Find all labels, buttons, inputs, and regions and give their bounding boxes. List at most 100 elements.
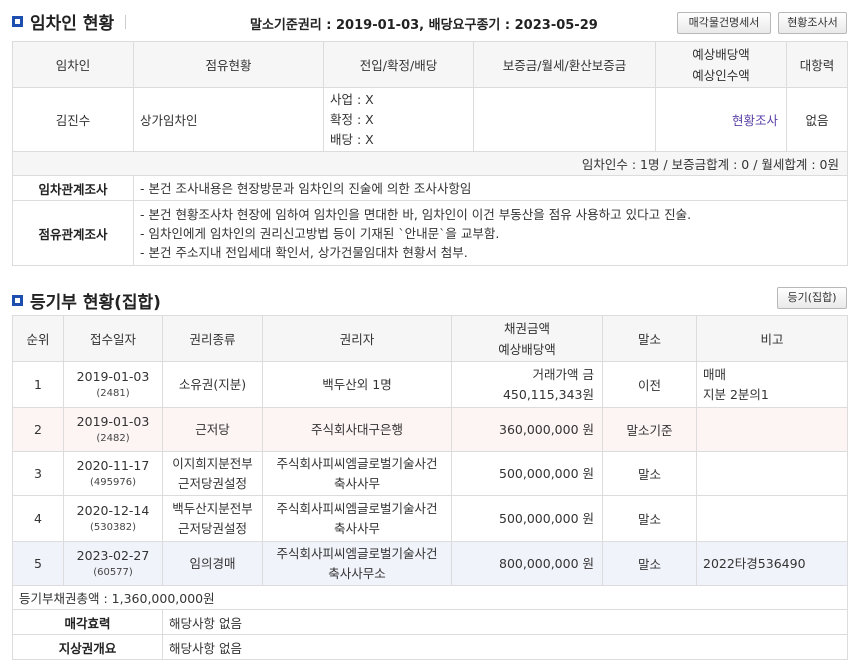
occupancy-note-2: - 임차인에게 임차인의 권리신고방법 등이 기재된 `안내문`을 교부함. [140,225,500,241]
registry-collective-button[interactable]: 등기(집합) [777,287,847,309]
move-in-dividend: 배당 : X [330,131,374,147]
sale-statement-button[interactable]: 매각물건명세서 [677,12,771,34]
registry-type-line: 소유권(지분) [178,376,247,392]
registry-amount: 500,000,000 원 [451,451,603,496]
header-opposing: 대항력 [786,41,848,88]
tenant-section-title: 임차인 현황 [12,9,127,34]
registry-date-cell: 2019-01-03 (2481) [63,361,163,408]
registry-amount: 800,000,000 원 [451,541,603,586]
surface-right-label: 지상권개요 [12,634,163,660]
registry-holder: 주식회사피씨엠글로벌기술사건축사사무 [262,451,452,496]
lease-check-label: 임차관계조사 [12,175,134,201]
registry-note [696,451,848,496]
header-expected-dividend: 예상배당액 [498,341,556,357]
registry-table: 순위 접수일자 권리종류 권리자 채권금액 예상배당액 말소 비고 1 2019-… [12,315,848,660]
title-divider [125,14,127,29]
registry-date-cell: 2020-12-14 (530382) [63,495,163,542]
registry-row: 4 2020-12-14 (530382) 백두산지분전부 근저당권설정 주식회사피씨엠글… [12,495,848,542]
registry-section-header: 등기부 현황(집합) 등기(집합) [0,279,855,313]
header-rank: 순위 [12,315,64,362]
registry-date: 2023-02-27 [76,547,150,563]
header-expected: 예상배당액 예상인수액 [655,41,787,88]
registry-row: 5 2023-02-27 (60577) 임의경매 주식회사피씨엠글로벌기술사건축사사무… [12,541,848,586]
registry-date: 2019-01-03 [76,368,150,384]
status-report-button[interactable]: 현황조사서 [778,12,847,34]
header-date: 접수일자 [63,315,163,362]
tenant-section-title-text: 임차인 현황 [30,14,115,34]
registry-holder-line: 축사사무 [333,475,380,491]
registry-receipt-no: (530382) [90,521,136,533]
tenant-row: 김진수 상가임차인 사업 : X 확정 : X 배당 : X 현황조사 없음 [12,87,848,152]
registry-date-cell: 2019-01-03 (2482) [63,407,163,452]
status-survey-link[interactable]: 현황조사 [732,113,778,128]
registry-type-line: 근저당권설정 [177,520,247,536]
registry-rank: 5 [12,541,64,586]
registry-type: 백두산지분전부 근저당권설정 [162,495,263,542]
occupancy-check-text: - 본건 현황조사차 현장에 임하여 임차인을 면대한 바, 임차인이 이건 부… [133,200,848,266]
registry-receipt-no: (2482) [96,432,130,444]
registry-receipt-no: (495976) [90,476,136,488]
registry-note: 매매 지분 2분의1 [696,361,848,408]
sale-effect-row: 매각효력 해당사항 없음 [12,609,848,635]
registry-holder-line: 축사사무소 [328,565,386,581]
header-note: 비고 [696,315,848,362]
section-bullet-icon [12,16,23,27]
header-tenant: 임차인 [12,41,134,88]
registry-date: 2019-01-03 [76,413,150,429]
registry-holder-line: 주식회사피씨엠글로벌기술사건 [276,545,438,561]
section-bullet-icon [12,295,23,306]
registry-rank: 2 [12,407,64,452]
occupancy-note-3: - 본건 주소지내 전입세대 확인서, 상가건물임대차 현황서 첨부. [140,244,468,260]
tenant-name: 김진수 [12,87,134,152]
header-claim-amount: 채권금액 [503,320,550,336]
registry-cancel: 말소 [602,541,697,586]
registry-note-line: 2022타경536490 [703,555,806,571]
registry-section-title-text: 등기부 현황(집합) [30,293,161,313]
registry-row: 2 2019-01-03 (2482) 근저당 주식회사대구은행 360,000,000 … [12,407,848,452]
registry-type: 임의경매 [162,541,263,586]
registry-holder-line: 축사사무 [333,520,380,536]
registry-date: 2020-12-14 [76,502,150,518]
registry-date-cell: 2023-02-27 (60577) [63,541,163,586]
header-holder: 권리자 [262,315,452,362]
lease-check-text: - 본건 조사내용은 현장방문과 임차인의 진술에 의한 조사사항임 [133,175,848,201]
tenant-opposing: 없음 [786,87,848,152]
registry-amount: 거래가액 금450,115,343원 [451,361,603,408]
registry-row: 3 2020-11-17 (495976) 이지희지분전부 근저당권설정 주식회사피씨엠글… [12,451,848,496]
registry-note-line: 지분 2분의1 [703,386,769,402]
registry-receipt-no: (2481) [96,387,130,399]
registry-total-row: 등기부채권총액 : 1,360,000,000원 [12,585,848,610]
header-move-in: 전입/확정/배당 [323,41,474,88]
registry-type: 이지희지분전부 근저당권설정 [162,451,263,496]
registry-amount: 500,000,000 원 [451,495,603,542]
registry-cancel: 말소 [602,451,697,496]
sale-effect-label: 매각효력 [12,609,163,635]
registry-note [696,407,848,452]
tenant-table-header: 임차인 점유현황 전입/확정/배당 보증금/월세/환산보증금 예상배당액 예상인… [12,41,848,88]
registry-holder-line: 주식회사피씨엠글로벌기술사건 [276,455,438,471]
registry-rank: 1 [12,361,64,408]
lease-check-row: 임차관계조사 - 본건 조사내용은 현장방문과 임차인의 진술에 의한 조사사항… [12,175,848,201]
registry-type-line: 임의경매 [189,555,236,571]
registry-note: 2022타경536490 [696,541,848,586]
registry-holder: 주식회사피씨엠글로벌기술사건 축사사무 [262,495,452,542]
registry-note [696,495,848,542]
header-occupancy: 점유현황 [133,41,324,88]
registry-amount: 360,000,000 원 [451,407,603,452]
registry-type: 근저당 [162,407,263,452]
occupancy-check-label: 점유관계조사 [12,200,134,266]
occupancy-check-row: 점유관계조사 - 본건 현황조사차 현장에 임하여 임차인을 면대한 바, 임차… [12,200,848,266]
header-deposit: 보증금/월세/환산보증금 [473,41,656,88]
tenant-move-in: 사업 : X 확정 : X 배당 : X [323,87,474,152]
tenant-deposit [473,87,656,152]
header-cancel: 말소 [602,315,697,362]
registry-cancel: 이전 [602,361,697,408]
header-type: 권리종류 [162,315,263,362]
move-in-confirmed: 확정 : X [330,111,374,127]
surface-right-value: 해당사항 없음 [162,634,848,660]
registry-cancel: 말소기준 [602,407,697,452]
registry-type-line: 이지희지분전부 [172,455,253,471]
occupancy-note-1: - 본건 현황조사차 현장에 임하여 임차인을 면대한 바, 임차인이 이건 부… [140,206,692,222]
tenant-expected: 현황조사 [655,87,787,152]
registry-table-header: 순위 접수일자 권리종류 권리자 채권금액 예상배당액 말소 비고 [12,315,848,362]
